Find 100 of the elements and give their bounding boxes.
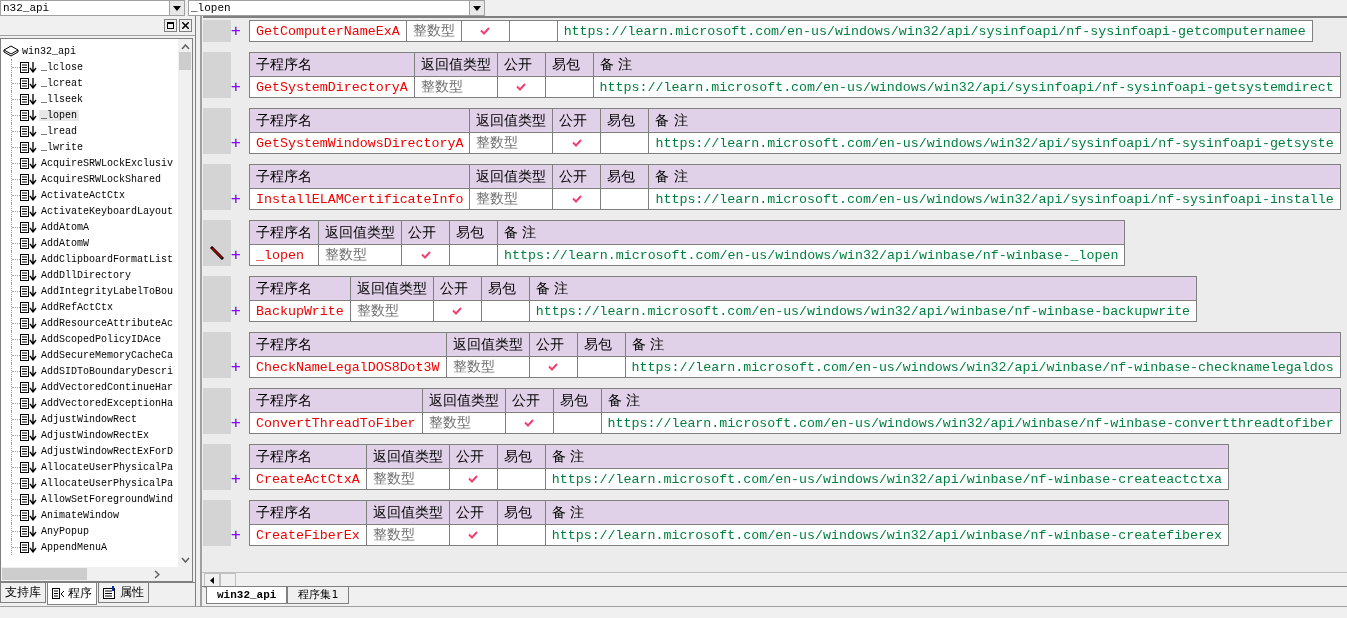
tree-item[interactable]: AddResourceAttributeAc <box>39 317 176 329</box>
document-arrow-icon <box>20 461 37 473</box>
note-cell[interactable]: https://learn.microsoft.com/en-us/windows/win32/api/winbase/nf-winbase-createfiberex <box>545 524 1229 546</box>
tree-item[interactable]: _lread <box>39 125 79 137</box>
expand-button[interactable]: + <box>231 188 249 210</box>
panel-tab[interactable]: 程序 <box>47 583 97 605</box>
document-tab[interactable]: win32_api <box>206 587 288 604</box>
expand-button[interactable]: + <box>231 300 249 322</box>
document-arrow-icon <box>20 141 37 153</box>
subroutine-name[interactable]: ConvertThreadToFiber <box>249 412 423 434</box>
note-cell[interactable]: https://learn.microsoft.com/en-us/windows/win32/api/winbase/nf-winbase-checknamelegaldos <box>625 356 1341 378</box>
document-arrow-icon <box>20 477 37 489</box>
tree-item[interactable]: AddClipboardFormatList <box>39 253 176 265</box>
scroll-down-icon[interactable] <box>180 557 190 563</box>
subroutine-dropdown[interactable]: _lopen <box>188 0 485 16</box>
subroutine-name[interactable]: GetSystemDirectoryA <box>249 76 415 98</box>
tree-item[interactable]: AddVectoredContinueHar <box>39 381 176 393</box>
document-arrow-icon <box>20 381 37 393</box>
tree-item[interactable]: AddAtomW <box>39 237 91 249</box>
tree-item[interactable]: ActivateActCtx <box>39 189 127 201</box>
note-cell[interactable]: https://learn.microsoft.com/en-us/windows/win32/api/sysinfoapi/nf-sysinfoapi-getcomputernamee <box>557 20 1313 42</box>
panel-tab[interactable]: 支持库 <box>0 583 46 603</box>
tree-root-label[interactable]: win32_api <box>22 45 76 57</box>
note-cell[interactable]: https://learn.microsoft.com/en-us/windows/win32/api/winbase/nf-winbase-createactctxa <box>545 468 1229 490</box>
document-arrow-icon <box>20 509 37 521</box>
subroutine-name[interactable]: GetSystemWindowsDirectoryA <box>249 132 470 154</box>
note-cell[interactable]: https://learn.microsoft.com/en-us/windows/win32/api/winbase/nf-winbase-convertthreadtofiber <box>601 412 1341 434</box>
tree-item[interactable]: AllocateUserPhysicalPa <box>39 477 176 489</box>
tree-item[interactable]: _llseek <box>39 93 85 105</box>
expand-button[interactable]: + <box>231 412 249 434</box>
subroutine-name[interactable]: GetComputerNameExA <box>249 20 407 42</box>
subroutine-name[interactable]: InstallELAMCertificateInfo <box>249 188 470 210</box>
vertical-scrollbar[interactable] <box>178 39 192 567</box>
column-header: 公开 <box>449 500 498 525</box>
subroutine-name[interactable]: BackupWrite <box>249 300 351 322</box>
tree-item[interactable]: AnyPopup <box>39 525 91 537</box>
column-header: 公开 <box>401 220 450 245</box>
tree-item[interactable]: AddIntegrityLabelToBou <box>39 285 176 297</box>
expand-button[interactable]: + <box>231 244 249 266</box>
horizontal-scrollbar[interactable] <box>1 567 178 581</box>
scroll-right-icon[interactable] <box>154 569 160 579</box>
note-cell[interactable]: https://learn.microsoft.com/en-us/windows/win32/api/sysinfoapi/nf-sysinfoapi-getsyste <box>648 132 1341 154</box>
column-header: 公开 <box>449 444 498 469</box>
tree-item[interactable]: AcquireSRWLockShared <box>39 173 164 185</box>
note-cell[interactable]: https://learn.microsoft.com/en-us/windows/win32/api/sysinfoapi/nf-sysinfoapi-getsystemdirect <box>593 76 1341 98</box>
expand-button[interactable]: + <box>231 356 249 378</box>
tree-item[interactable]: AddSIDToBoundaryDescri <box>39 365 176 377</box>
public-cell[interactable] <box>461 20 510 42</box>
tree-item[interactable]: _lcreat <box>39 77 85 89</box>
column-header: 子程序名 <box>249 500 367 525</box>
document-arrow-icon <box>20 333 37 345</box>
tree-item[interactable]: ActivateKeyboardLayout <box>39 205 176 217</box>
subroutine-name[interactable]: CreateFiberEx <box>249 524 367 546</box>
tree-item[interactable]: AllowSetForegroundWind <box>39 493 176 505</box>
note-cell[interactable]: https://learn.microsoft.com/en-us/windows/win32/api/winbase/nf-winbase-backupwrite <box>529 300 1197 322</box>
tree-item[interactable]: AddScopedPolicyIDAce <box>39 333 164 345</box>
library-dropdown[interactable]: n32_api <box>0 0 185 16</box>
close-button[interactable] <box>179 19 192 32</box>
tree-item[interactable]: AllocateUserPhysicalPa <box>39 461 176 473</box>
tree-item[interactable]: AddSecureMemoryCacheCa <box>39 349 176 361</box>
tree-item[interactable]: AdjustWindowRect <box>39 413 139 425</box>
tree-item[interactable]: AdjustWindowRectEx <box>39 429 152 441</box>
scrollbar-thumb[interactable] <box>179 52 191 70</box>
subroutine-name[interactable]: CreateActCtxA <box>249 468 367 490</box>
document-arrow-icon <box>20 157 37 169</box>
easy-pack-cell[interactable] <box>509 20 558 42</box>
tree-item[interactable]: AddRefActCtx <box>39 301 115 313</box>
tree-item[interactable]: AddDllDirectory <box>39 269 133 281</box>
expand-button[interactable]: + <box>231 468 249 490</box>
column-header: 子程序名 <box>249 164 470 189</box>
column-header: 备 注 <box>601 388 1341 413</box>
column-header: 易包 <box>600 164 649 189</box>
column-header: 子程序名 <box>249 332 447 357</box>
expand-button[interactable]: + <box>231 76 249 98</box>
panel-tab[interactable]: 属性 <box>98 583 149 603</box>
scroll-up-icon[interactable] <box>180 44 190 50</box>
tree-item[interactable]: AdjustWindowRectExForD <box>39 445 176 457</box>
column-header: 返回值类型 <box>469 108 553 133</box>
tree-item[interactable]: _lclose <box>39 61 85 73</box>
expand-button[interactable]: + <box>231 20 249 42</box>
maximize-button[interactable] <box>164 19 177 32</box>
document-arrow-icon <box>20 365 37 377</box>
subroutine-name[interactable]: _lopen <box>249 244 319 266</box>
subroutine-name[interactable]: CheckNameLegalDOS8Dot3W <box>249 356 447 378</box>
column-header: 易包 <box>497 500 546 525</box>
note-cell[interactable]: https://learn.microsoft.com/en-us/windows/win32/api/winbase/nf-winbase-_lopen <box>497 244 1125 266</box>
tree-item[interactable]: AppendMenuA <box>39 541 109 553</box>
note-cell[interactable]: https://learn.microsoft.com/en-us/windows/win32/api/sysinfoapi/nf-sysinfoapi-installe <box>648 188 1341 210</box>
tree-item[interactable]: AddVectoredExceptionHa <box>39 397 176 409</box>
scrollbar-thumb[interactable] <box>2 568 87 580</box>
tree-item[interactable]: _lwrite <box>39 141 85 153</box>
expand-button[interactable]: + <box>231 132 249 154</box>
document-tab[interactable]: 程序集1 <box>287 587 350 604</box>
tree-item[interactable]: AnimateWindow <box>39 509 121 521</box>
tree-item[interactable]: AddAtomA <box>39 221 91 233</box>
expand-button[interactable]: + <box>231 524 249 546</box>
column-header: 返回值类型 <box>414 52 498 77</box>
tree-item[interactable]: _lopen <box>39 109 79 121</box>
tree-item[interactable]: AcquireSRWLockExclusiv <box>39 157 176 169</box>
document-arrow-icon <box>20 93 37 105</box>
